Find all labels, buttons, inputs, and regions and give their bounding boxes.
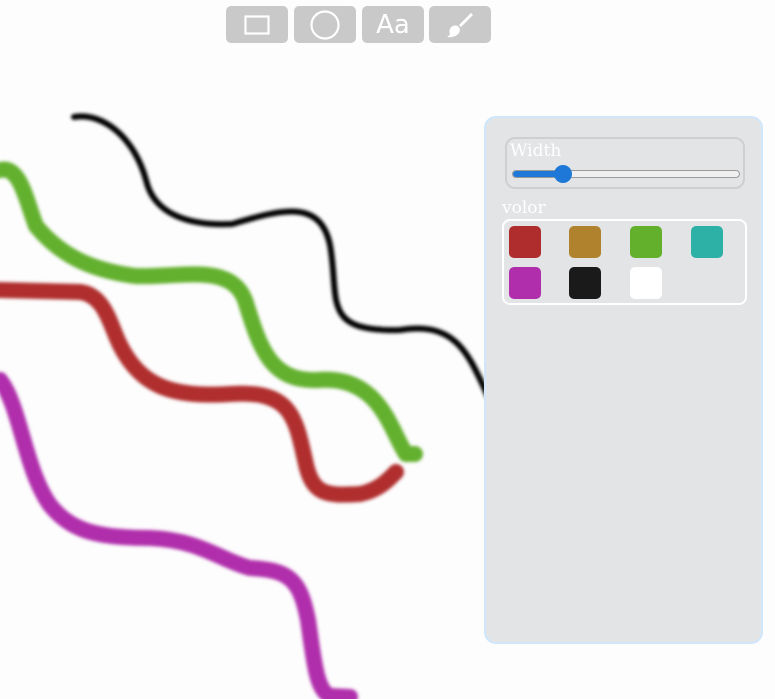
- color-swatch[interactable]: [630, 267, 662, 299]
- circle-tool-button[interactable]: [294, 6, 356, 43]
- rectangle-icon: [244, 14, 270, 35]
- color-swatch[interactable]: [569, 267, 601, 299]
- color-swatch[interactable]: [691, 226, 723, 258]
- green-stroke: [0, 161, 423, 462]
- color-swatch[interactable]: [509, 267, 541, 299]
- width-control: Width: [505, 137, 745, 189]
- color-palette: [502, 219, 747, 305]
- color-label: volor: [502, 198, 546, 218]
- brush-tool-button[interactable]: [429, 6, 491, 43]
- text-icon: Aa: [376, 9, 410, 40]
- brush-settings-panel: Width volor: [484, 116, 763, 644]
- toolbar: Aa: [0, 0, 775, 44]
- circle-icon: [310, 9, 340, 40]
- width-label: Width: [510, 141, 562, 161]
- text-tool-button[interactable]: Aa: [362, 6, 424, 43]
- width-slider[interactable]: [512, 165, 740, 183]
- color-swatch[interactable]: [569, 226, 601, 258]
- width-slider-thumb[interactable]: [553, 165, 572, 183]
- red-stroke: [0, 282, 404, 503]
- brush-icon: [447, 12, 473, 37]
- color-swatch[interactable]: [630, 226, 662, 258]
- color-swatch[interactable]: [509, 226, 541, 258]
- rectangle-tool-button[interactable]: [226, 6, 288, 43]
